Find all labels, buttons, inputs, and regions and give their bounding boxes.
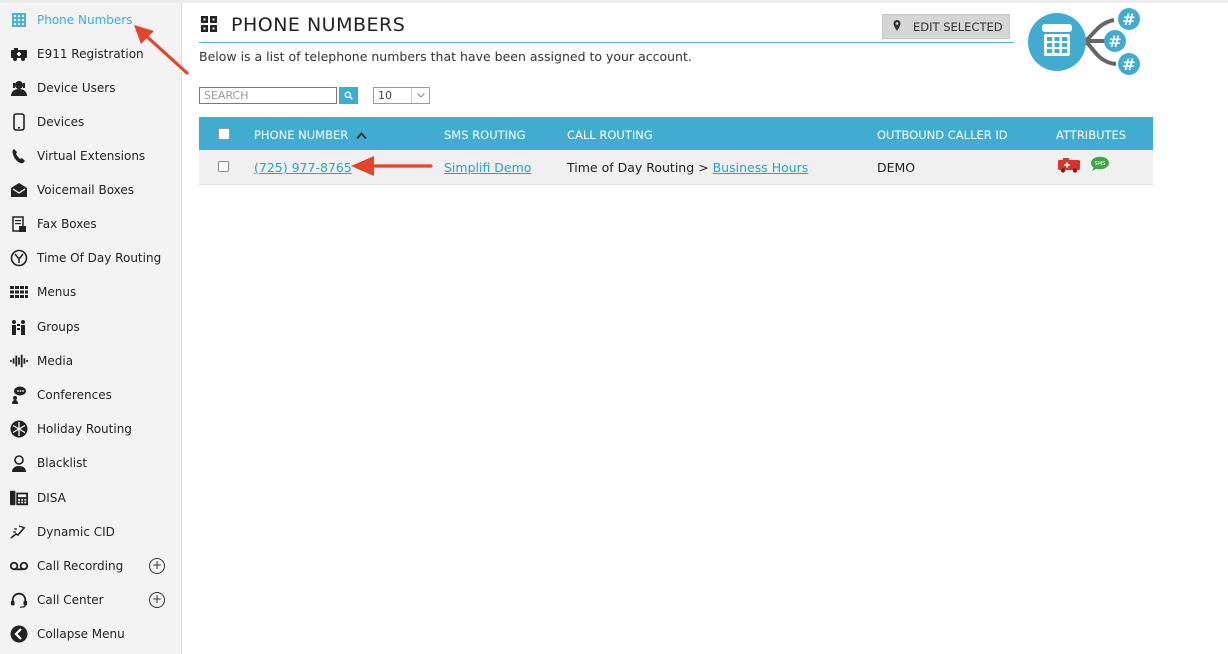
call-routing-link[interactable]: Business Hours [713,160,809,175]
phone-numbers-icon [10,11,28,29]
search-icon [344,91,353,100]
svg-text:#: # [1122,10,1135,29]
page-title: PHONE NUMBERS [231,14,406,36]
table-row: (725) 977-8765 Simplifi Demo Time of Day… [199,150,1153,185]
sidebar-item-conferences[interactable]: Conferences [0,378,181,412]
sidebar-item-label: Voicemail Boxes [37,183,135,197]
title-divider [199,42,1014,43]
sidebar-item-label: Conferences [37,388,112,402]
sidebar-item-groups[interactable]: Groups [0,310,181,344]
sidebar-item-label: Time Of Day Routing [37,251,162,265]
sidebar-item-disa[interactable]: DISA [0,481,181,515]
tape-icon [10,557,28,575]
sidebar-item-menus[interactable]: Menus [0,275,181,309]
row-checkbox[interactable] [218,161,229,172]
sidebar-item-label: Groups [37,320,80,334]
edit-selected-label: EDIT SELECTED [913,19,1003,34]
column-header-call-routing[interactable]: CALL ROUTING [567,128,653,142]
sidebar-item-time-of-day-routing[interactable]: Time Of Day Routing [0,241,181,275]
call-routing-cell: Time of Day Routing > Business Hours [567,160,808,175]
sidebar-item-label: Media [37,354,74,368]
sidebar-item-label: Collapse Menu [37,627,125,641]
table-header: PHONE NUMBER SMS ROUTING CALL ROUTING OU… [199,117,1153,150]
phone-number-link[interactable]: (725) 977-8765 [254,160,352,175]
handset-icon [10,147,28,165]
clock-icon [10,249,28,267]
ambulance-icon [10,45,28,63]
column-header-outbound-caller-id[interactable]: OUTBOUND CALLER ID [877,128,1008,142]
top-border [0,0,1228,3]
sidebar-item-label: Devices [37,115,85,129]
sidebar-item-label: Fax Boxes [37,217,97,231]
sidebar-item-label: Phone Numbers [37,13,133,27]
expand-call-recording-button[interactable]: + [149,558,165,574]
sidebar-item-label: Call Recording [37,559,124,573]
sidebar-item-holiday-routing[interactable]: Holiday Routing [0,412,181,446]
select-all-checkbox[interactable] [218,128,230,140]
sidebar-item-devices[interactable]: Devices [0,105,181,139]
sidebar-item-label: Menus [37,285,77,299]
sidebar-item-voicemail-boxes[interactable]: Voicemail Boxes [0,173,181,207]
sidebar-item-label: DISA [37,491,66,505]
device-users-icon [10,79,28,97]
svg-text:SMS: SMS [1095,161,1106,167]
column-header-sms-routing[interactable]: SMS ROUTING [444,128,526,142]
expand-call-center-button[interactable]: + [149,592,165,608]
sidebar: Phone Numbers E911 Registration Device U… [0,3,182,654]
search-input[interactable] [199,87,337,104]
dynamic-cid-icon [10,523,28,541]
column-label: PHONE NUMBER [254,128,349,142]
blacklist-user-icon [10,454,28,472]
sidebar-item-label: Call Center [37,593,104,607]
voicemail-box-icon [10,181,28,199]
search-button[interactable] [339,87,358,104]
groups-icon [10,318,28,336]
sidebar-item-collapse-menu[interactable]: Collapse Menu [0,617,181,651]
per-page-select[interactable]: 10 [373,87,430,104]
outbound-caller-id: DEMO [877,160,916,175]
sidebar-item-media[interactable]: Media [0,344,181,378]
svg-text:#: # [1122,55,1135,74]
desk-phone-icon [10,489,28,507]
sidebar-item-label: Holiday Routing [37,422,132,436]
menu-grid-icon [10,283,28,301]
per-page-value: 10 [378,89,392,102]
snowflake-icon [10,420,28,438]
waveform-icon [10,352,28,370]
annotation-arrow-icon [134,25,189,75]
headset-icon [10,591,28,609]
sidebar-item-virtual-extensions[interactable]: Virtual Extensions [0,139,181,173]
edit-selected-button[interactable]: EDIT SELECTED [882,14,1010,39]
sidebar-item-blacklist[interactable]: Blacklist [0,446,181,480]
sidebar-item-call-recording[interactable]: Call Recording + [0,549,181,583]
chevron-down-icon [411,88,430,103]
column-header-attributes: ATTRIBUTES [1056,128,1127,142]
phone-numbers-logo-icon: # # # [1028,8,1140,75]
sidebar-item-label: Blacklist [37,456,88,470]
sidebar-item-call-center[interactable]: Call Center + [0,583,181,617]
fax-icon [10,215,28,233]
call-routing-type: Time of Day Routing > [567,160,709,175]
device-icon [10,113,28,131]
sidebar-item-label: Device Users [37,81,116,95]
sms-attribute-icon: SMS [1090,156,1110,175]
sms-routing-link[interactable]: Simplifi Demo [444,160,531,175]
collapse-icon [10,625,28,643]
pin-icon [893,19,901,34]
e911-attribute-icon [1057,157,1082,176]
conference-icon [10,386,28,404]
sidebar-item-label: Virtual Extensions [37,149,146,163]
phone-numbers-title-icon [201,16,217,36]
column-header-phone-number[interactable]: PHONE NUMBER [254,128,367,142]
sidebar-item-fax-boxes[interactable]: Fax Boxes [0,207,181,241]
svg-text:#: # [1108,32,1121,51]
sidebar-item-dynamic-cid[interactable]: Dynamic CID [0,515,181,549]
page-description: Below is a list of telephone numbers tha… [199,49,692,64]
sort-ascending-icon [356,132,367,140]
sidebar-item-label: Dynamic CID [37,525,115,539]
annotation-arrow-icon [351,156,433,176]
